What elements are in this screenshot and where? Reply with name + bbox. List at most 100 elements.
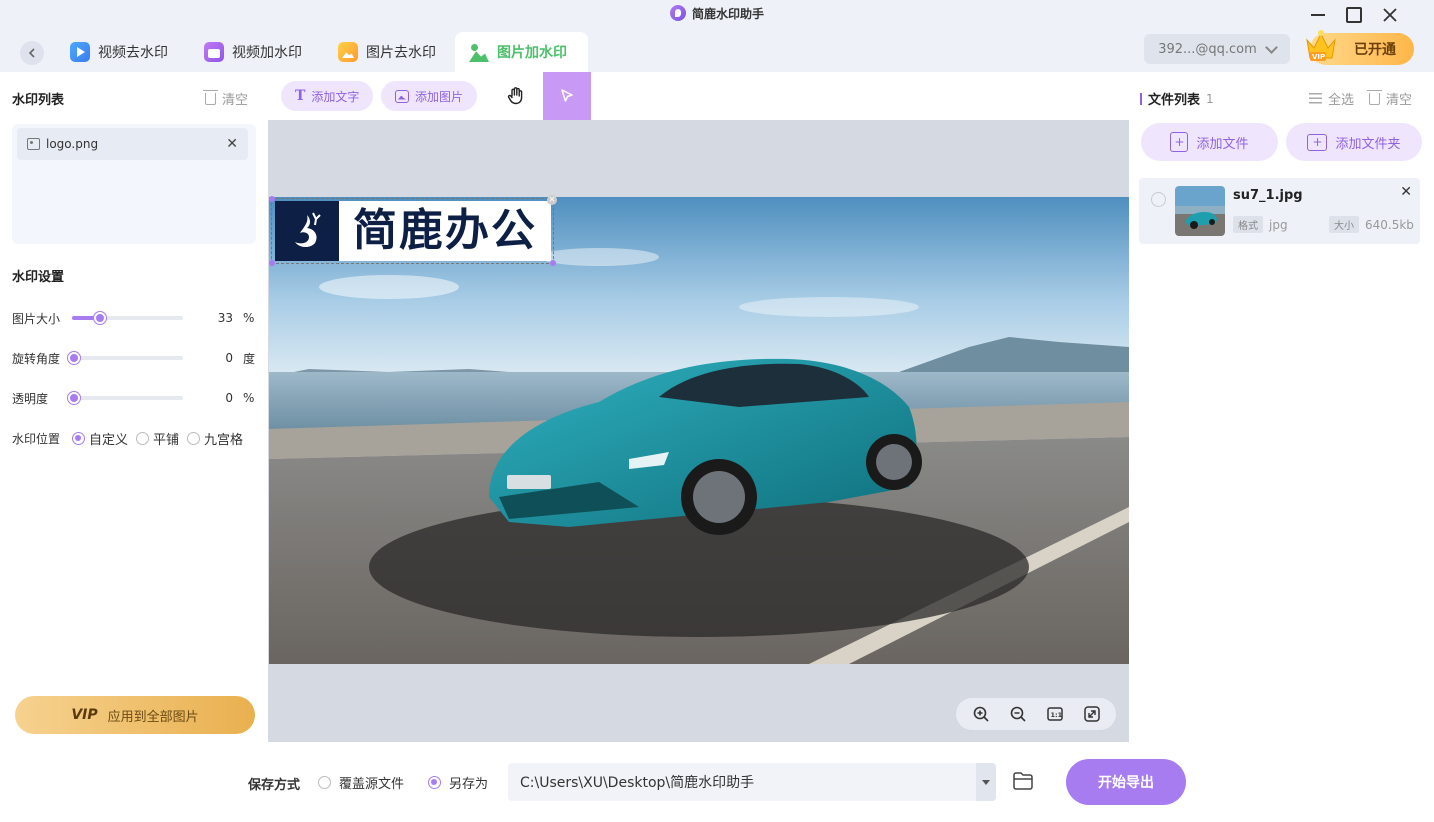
export-label: 开始导出 [1098, 775, 1154, 791]
tab-image-remove[interactable]: 图片去水印 [324, 32, 450, 72]
overwrite-label: 覆盖源文件 [339, 777, 405, 792]
file-name: su7_1.jpg [1233, 188, 1303, 203]
cursor-icon [561, 89, 573, 102]
file-select-radio[interactable] [1151, 192, 1166, 207]
save-mode-label: 保存方式 [248, 778, 301, 793]
save-as-label: 另存为 [449, 777, 489, 792]
tab-label: 视频去水印 [98, 45, 168, 61]
delete-watermark-icon[interactable]: ✕ [547, 195, 557, 205]
dropdown-arrow-icon[interactable] [976, 763, 996, 801]
image-size-unit: % [243, 311, 255, 325]
image-size-slider[interactable] [72, 312, 183, 324]
radio-icon [136, 431, 150, 445]
opacity-value[interactable]: 0 [207, 388, 239, 408]
image-size-value[interactable]: 33 [207, 308, 239, 328]
editor-toolbar: T 添加文字 添加图片 [268, 72, 1129, 120]
minimize-button[interactable] [1307, 4, 1329, 26]
image-file-icon [27, 138, 40, 150]
watermark-logo[interactable]: 简鹿办公 [275, 201, 551, 261]
tab-image-add[interactable]: 图片加水印 [455, 32, 588, 72]
trash-icon [1367, 89, 1382, 105]
position-option: 九宫格 [204, 432, 244, 448]
resize-handle[interactable] [269, 260, 275, 266]
left-panel: 水印列表 清空 logo.png ✕ 水印设置 图片大小 33 % 旋转角度 0… [0, 72, 268, 822]
image-icon [395, 89, 409, 103]
position-custom-radio[interactable]: 自定义 [72, 429, 128, 448]
slider-handle[interactable] [94, 312, 106, 324]
file-list-header: 文件列表 1 [1140, 89, 1214, 108]
account-email: 392...@qq.com [1158, 41, 1257, 57]
start-export-button[interactable]: 开始导出 [1066, 759, 1186, 805]
remove-watermark-button[interactable]: ✕ [226, 136, 238, 152]
file-list-title: 文件列表 [1148, 93, 1201, 108]
add-file-icon: + [1170, 132, 1189, 152]
tab-video-remove[interactable]: 视频去水印 [56, 32, 182, 72]
app-title: 简鹿水印助手 [0, 0, 1434, 26]
clear-label: 清空 [222, 93, 249, 108]
slider-handle[interactable] [68, 352, 80, 364]
apply-to-all-button[interactable]: VIP 应用到全部图片 [15, 696, 255, 734]
add-folder-label: 添加文件夹 [1335, 136, 1401, 152]
file-format: 格式 jpg [1233, 216, 1288, 233]
resize-handle[interactable] [269, 196, 275, 202]
fit-screen-button[interactable] [1081, 703, 1103, 725]
select-tool-button[interactable] [543, 72, 591, 120]
right-panel: 文件列表 1 全选 清空 + 添加文件 + 添加文件夹 su7_1.jpg ✕ [1129, 72, 1434, 752]
size-value: 640.5kb [1365, 217, 1414, 232]
list-check-icon [1309, 93, 1322, 104]
video-icon [70, 42, 90, 62]
tab-label: 图片加水印 [497, 45, 567, 61]
rotation-value[interactable]: 0 [207, 348, 239, 368]
text-icon: T [295, 88, 306, 104]
watermark-list: logo.png ✕ [12, 124, 256, 244]
clear-watermarks-button[interactable]: 清空 [203, 89, 249, 108]
clear-files-button[interactable]: 清空 [1367, 89, 1412, 108]
maximize-button[interactable] [1343, 4, 1365, 26]
add-text-label: 添加文字 [311, 89, 360, 104]
opacity-setting: 透明度 0 % [12, 388, 257, 408]
svg-text:VIP: VIP [1312, 53, 1325, 61]
open-folder-icon[interactable] [1012, 770, 1034, 792]
svg-text:1:1: 1:1 [1050, 711, 1062, 719]
add-image-button[interactable]: 添加图片 [381, 81, 478, 111]
position-option: 平铺 [153, 432, 180, 448]
save-as-radio[interactable]: 另存为 [428, 773, 488, 792]
car-photo [269, 197, 1129, 664]
position-tile-radio[interactable]: 平铺 [136, 429, 179, 448]
vip-status-label: 已开通 [1354, 42, 1396, 58]
title-bar: 简鹿水印助手 视频去水印 视频加水印 图片去水印 图片加水印 392...@qq… [0, 0, 1434, 72]
output-path-select[interactable]: C:\Users\XU\Desktop\简鹿水印助手 [508, 763, 996, 801]
image-size-label: 图片大小 [12, 311, 61, 326]
file-size: 大小 640.5kb [1329, 216, 1414, 233]
position-grid-radio[interactable]: 九宫格 [187, 429, 243, 448]
resize-handle[interactable] [550, 260, 556, 266]
actual-size-button[interactable]: 1:1 [1044, 703, 1066, 725]
file-thumbnail [1175, 186, 1225, 236]
tab-video-add[interactable]: 视频加水印 [190, 32, 316, 72]
rotation-slider[interactable] [68, 352, 183, 364]
add-file-button[interactable]: + 添加文件 [1141, 123, 1278, 161]
image-icon [338, 42, 358, 62]
add-folder-icon: + [1307, 133, 1328, 151]
add-folder-button[interactable]: + 添加文件夹 [1286, 123, 1422, 161]
watermark-selection[interactable]: 简鹿办公 ✕ [269, 195, 557, 266]
remove-file-button[interactable]: ✕ [1400, 184, 1412, 200]
zoom-out-button[interactable] [1007, 703, 1029, 725]
account-dropdown[interactable]: 392...@qq.com [1144, 34, 1290, 64]
opacity-slider[interactable] [68, 392, 183, 404]
preview-canvas[interactable]: 简鹿办公 ✕ 1:1 [268, 120, 1129, 742]
overwrite-radio[interactable]: 覆盖源文件 [318, 773, 404, 792]
slider-handle[interactable] [68, 392, 80, 404]
close-window-button[interactable] [1379, 4, 1401, 26]
file-item[interactable]: su7_1.jpg ✕ 格式 jpg 大小 640.5kb [1139, 178, 1420, 244]
add-text-button[interactable]: T 添加文字 [281, 81, 374, 111]
apply-label: 应用到全部图片 [107, 709, 199, 725]
select-all-button[interactable]: 全选 [1309, 89, 1354, 108]
zoom-in-button[interactable] [970, 703, 992, 725]
watermark-item[interactable]: logo.png ✕ [17, 128, 248, 160]
back-button[interactable] [20, 41, 44, 65]
position-label: 水印位置 [12, 431, 61, 446]
select-all-label: 全选 [1328, 93, 1355, 108]
hand-icon [507, 87, 523, 105]
pan-tool-button[interactable] [504, 84, 528, 108]
